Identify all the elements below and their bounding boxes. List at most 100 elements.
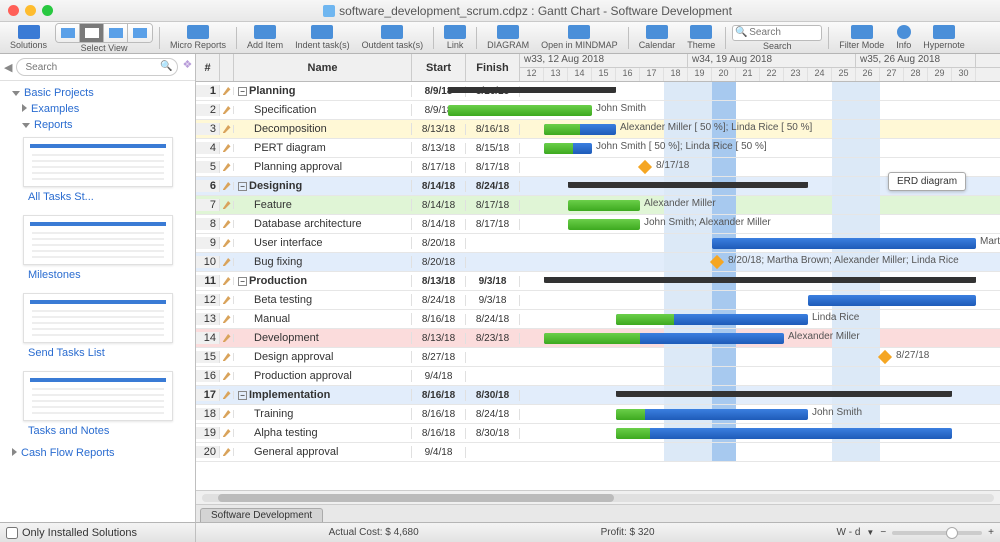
timeline-cell[interactable] [520, 443, 1000, 461]
task-bar[interactable] [544, 333, 784, 344]
start-cell[interactable]: 8/24/18 [412, 295, 466, 306]
row-indicator[interactable] [220, 144, 234, 152]
table-row[interactable]: 2 Specification 8/9/18 8/15/18 John Smit… [196, 101, 1000, 120]
table-row[interactable]: 13 Manual 8/16/18 8/24/18 Linda Rice [196, 310, 1000, 329]
chevron-left-icon[interactable]: ◀ [4, 61, 12, 74]
report-label[interactable]: Milestones [6, 267, 189, 289]
task-name-cell[interactable]: Alpha testing [234, 427, 412, 439]
start-cell[interactable]: 8/14/18 [412, 219, 466, 230]
zoom-slider[interactable] [892, 531, 982, 535]
table-row[interactable]: 6 −Designing 8/14/18 8/24/18 [196, 177, 1000, 196]
tree-reports[interactable]: Reports [6, 117, 189, 133]
view-2[interactable] [80, 24, 104, 42]
timeline-cell[interactable]: John Smith [ 50 %]; Linda Rice [ 50 %] [520, 139, 1000, 157]
start-cell[interactable]: 8/13/18 [412, 333, 466, 344]
callout-erd[interactable]: ERD diagram [888, 172, 966, 191]
start-cell[interactable]: 9/4/18 [412, 447, 466, 458]
table-row[interactable]: 16 Production approval 9/4/18 [196, 367, 1000, 386]
row-indicator[interactable] [220, 201, 234, 209]
start-cell[interactable]: 8/13/18 [412, 124, 466, 135]
task-name-cell[interactable]: Decomposition [234, 123, 412, 135]
table-row[interactable]: 8 Database architecture 8/14/18 8/17/18 … [196, 215, 1000, 234]
table-row[interactable]: 1 −Planning 8/9/18 8/16/18 [196, 82, 1000, 101]
timeline-cell[interactable]: John Smith [520, 405, 1000, 423]
task-bar[interactable] [808, 295, 976, 306]
sidebar-search-input[interactable] [16, 58, 178, 76]
diagram-button[interactable]: DIAGRAM [483, 23, 533, 53]
table-row[interactable]: 18 Training 8/16/18 8/24/18 John Smith [196, 405, 1000, 424]
task-name-cell[interactable]: Feature [234, 199, 412, 211]
report-thumb[interactable] [23, 215, 173, 265]
task-name-cell[interactable]: General approval [234, 446, 412, 458]
task-bar[interactable] [544, 143, 592, 154]
summary-bar[interactable] [544, 277, 976, 283]
minimize-icon[interactable] [25, 5, 36, 16]
solutions-button[interactable]: Solutions [6, 23, 51, 53]
add-item-button[interactable]: Add Item [243, 23, 287, 53]
timeline-cell[interactable]: John Smith; Alexander Miller [520, 215, 1000, 233]
timeline-cell[interactable]: Alexander Miller [ 50 %]; Linda Rice [ 5… [520, 120, 1000, 138]
finish-cell[interactable]: 8/30/18 [466, 390, 520, 401]
finish-cell[interactable]: 8/17/18 [466, 162, 520, 173]
task-name-cell[interactable]: −Designing [234, 180, 412, 192]
task-name-cell[interactable]: Beta testing [234, 294, 412, 306]
tree-basic-projects[interactable]: Basic Projects [6, 85, 189, 101]
view-4[interactable] [128, 24, 152, 42]
report-thumb[interactable] [23, 137, 173, 187]
table-row[interactable]: 10 Bug fixing 8/20/18 8/20/18; Martha Br… [196, 253, 1000, 272]
finish-cell[interactable]: 8/24/18 [466, 409, 520, 420]
report-thumb[interactable] [23, 371, 173, 421]
task-name-cell[interactable]: Database architecture [234, 218, 412, 230]
zoom-icon[interactable] [42, 5, 53, 16]
task-name-cell[interactable]: Bug fixing [234, 256, 412, 268]
table-row[interactable]: 4 PERT diagram 8/13/18 8/15/18 John Smit… [196, 139, 1000, 158]
close-icon[interactable] [8, 5, 19, 16]
table-row[interactable]: 14 Development 8/13/18 8/23/18 Alexander… [196, 329, 1000, 348]
start-cell[interactable]: 9/4/18 [412, 371, 466, 382]
col-finish[interactable]: Finish [466, 54, 520, 81]
summary-bar[interactable] [616, 391, 952, 397]
task-bar[interactable] [544, 124, 616, 135]
row-indicator[interactable] [220, 87, 234, 95]
zoom-in-icon[interactable]: + [988, 527, 994, 538]
table-row[interactable]: 5 Planning approval 8/17/18 8/17/18 8/17… [196, 158, 1000, 177]
table-row[interactable]: 11 −Production 8/13/18 9/3/18 [196, 272, 1000, 291]
finish-cell[interactable]: 8/24/18 [466, 314, 520, 325]
select-view-segment[interactable] [55, 23, 153, 43]
report-label[interactable]: Send Tasks List [6, 345, 189, 367]
task-name-cell[interactable]: −Production [234, 275, 412, 287]
row-indicator[interactable] [220, 410, 234, 418]
row-indicator[interactable] [220, 277, 234, 285]
timeline-cell[interactable] [520, 82, 1000, 100]
start-cell[interactable]: 8/13/18 [412, 143, 466, 154]
timeline-cell[interactable]: Alexander Miller [520, 196, 1000, 214]
timeline-cell[interactable] [520, 291, 1000, 309]
info-button[interactable]: Info [892, 23, 915, 53]
tab-software-dev[interactable]: Software Development [200, 508, 323, 522]
task-name-cell[interactable]: Training [234, 408, 412, 420]
start-cell[interactable]: 8/17/18 [412, 162, 466, 173]
finish-cell[interactable]: 9/3/18 [466, 295, 520, 306]
timeline-cell[interactable]: 8/20/18; Martha Brown; Alexander Miller;… [520, 253, 1000, 271]
mindmap-button[interactable]: Open in MINDMAP [537, 23, 622, 53]
col-num[interactable]: # [196, 54, 220, 81]
start-cell[interactable]: 8/16/18 [412, 428, 466, 439]
finish-cell[interactable]: 8/24/18 [466, 181, 520, 192]
start-cell[interactable]: 8/16/18 [412, 409, 466, 420]
finish-cell[interactable]: 8/30/18 [466, 428, 520, 439]
task-name-cell[interactable]: Development [234, 332, 412, 344]
row-indicator[interactable] [220, 353, 234, 361]
start-cell[interactable]: 8/14/18 [412, 200, 466, 211]
timeline-cell[interactable] [520, 367, 1000, 385]
task-bar[interactable] [616, 428, 952, 439]
expand-icon[interactable]: − [238, 391, 247, 400]
timeline-cell[interactable]: 8/27/18 [520, 348, 1000, 366]
theme-button[interactable]: Theme [683, 23, 719, 53]
row-indicator[interactable] [220, 125, 234, 133]
row-indicator[interactable] [220, 429, 234, 437]
tree-examples[interactable]: Examples [6, 101, 189, 117]
task-name-cell[interactable]: Manual [234, 313, 412, 325]
task-name-cell[interactable]: User interface [234, 237, 412, 249]
task-bar[interactable] [568, 219, 640, 230]
summary-bar[interactable] [448, 87, 616, 93]
